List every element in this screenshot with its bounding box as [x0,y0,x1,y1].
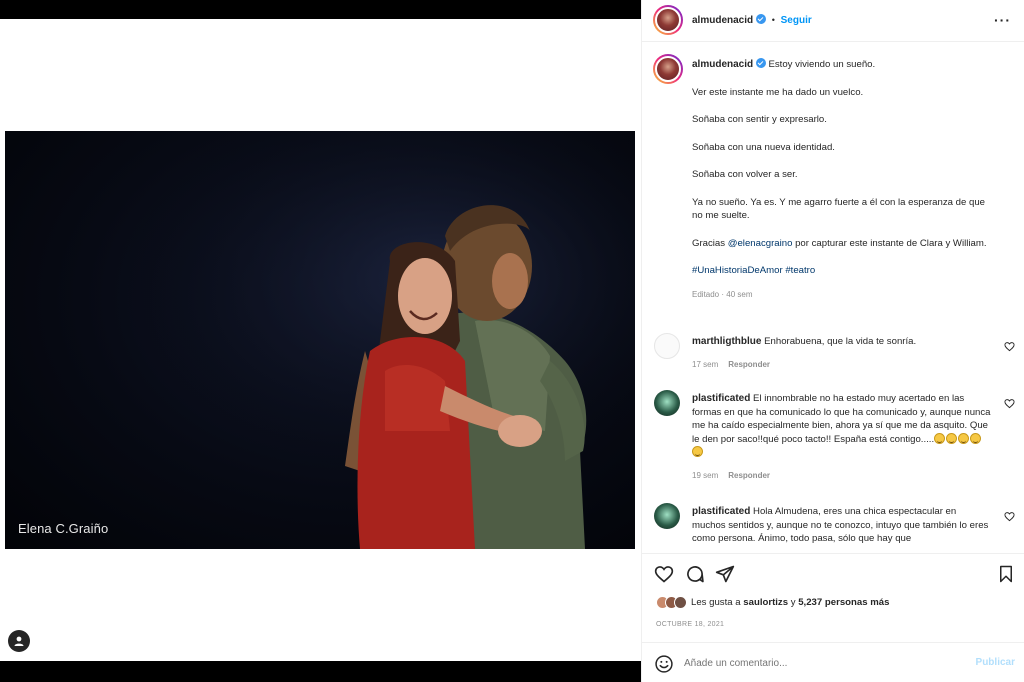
comment-bubble-icon[interactable] [685,564,705,584]
header-separator: • [771,15,775,25]
caption-thanks-suffix: por capturar este instante de Clara y Wi… [792,237,987,249]
commenter-username[interactable]: marthligthblue [692,336,761,347]
caption-username[interactable]: almudenacid [692,59,753,70]
likes-prefix: Les gusta a [691,597,744,608]
post-caption: almudenacid Estoy viviendo un sueño. Ver… [692,58,997,301]
verified-icon [755,58,766,68]
caption-thanks-prefix: Gracias [692,237,728,249]
top-black-bar [0,0,641,19]
reply-button[interactable]: Responder [728,360,770,369]
caption-line: Soñaba con sentir y expresarlo. [692,114,827,125]
post-header: almudenacid • Seguir ··· [642,0,1024,42]
reply-button[interactable]: Responder [728,471,770,480]
share-paper-plane-icon[interactable] [715,564,735,584]
commenter-username[interactable]: plastificated [692,393,750,404]
follow-button[interactable]: Seguir [781,15,812,26]
post-actions: Les gusta a saulortizs y 5,237 personas … [642,553,1024,682]
mention-link[interactable]: @elenacgraino [728,238,793,249]
likes-middle: y [788,597,799,608]
header-user-row: almudenacid • Seguir [692,14,812,26]
ellipsis-icon[interactable]: ··· [994,12,1011,28]
heart-icon[interactable] [1004,398,1015,409]
smiley-icon [692,446,703,457]
post-sidebar: almudenacid • Seguir ··· almudenacid Est… [641,0,1024,682]
commenter-avatar[interactable] [654,390,680,416]
author-avatar[interactable] [653,5,683,35]
caption-line: Ver este instante me ha dado un vuelco. [692,86,864,98]
smiley-icon [958,432,970,444]
couple-embrace-illustration [5,131,635,549]
comment-body: plastificated Hola Almudena, eres una ch… [692,505,992,546]
post-photo[interactable]: Elena C.Graiño [5,131,635,549]
smiley-icon [946,432,958,444]
comment-text: Enhorabuena, que la vida te sonría. [764,336,917,347]
comment-time: 17 sem [692,359,719,369]
caption-line: Ya no sueño. Ya es. Y me agarro fuerte a… [692,196,985,222]
liker-username[interactable]: saulortizs [743,597,788,608]
emoji-icon[interactable] [654,654,674,674]
smiley-icon [934,432,946,444]
heart-icon[interactable] [1004,511,1015,522]
caption-edited-meta: Editado · 40 sem [692,289,753,299]
hashtag-link[interactable]: #UnaHistoriaDeAmor [692,265,783,276]
comment-body: plastificated El innombrable no ha estad… [692,392,992,482]
comment-input[interactable] [684,655,954,671]
bookmark-icon[interactable] [997,564,1015,584]
likes-count[interactable]: 5,237 personas más [798,597,889,608]
caption-author-avatar[interactable] [653,54,683,84]
heart-icon[interactable] [1004,341,1015,352]
like-heart-icon[interactable] [654,564,674,584]
caption-first-line: Estoy viviendo un sueño. [768,59,876,70]
commenter-avatar[interactable] [654,503,680,529]
liker-avatar [674,596,687,609]
author-username[interactable]: almudenacid [692,15,753,26]
user-icon [14,636,24,646]
comment-time: 19 sem [692,470,719,480]
comment-body: marthligthblue Enhorabuena, que la vida … [692,335,992,371]
tagged-users-button[interactable] [8,630,30,652]
smiley-icon [970,432,982,444]
bottom-black-bar [0,661,641,682]
comments-area[interactable]: almudenacid Estoy viviendo un sueño. Ver… [642,43,1024,553]
caption-line: Soñaba con volver a ser. [692,169,798,180]
likes-summary[interactable]: Les gusta a saulortizs y 5,237 personas … [656,596,889,609]
post-date: OCTUBRE 18, 2021 [656,621,725,628]
publish-button[interactable]: Publicar [976,657,1015,668]
add-comment-bar: Publicar [642,642,1024,682]
verified-icon [755,14,766,24]
commenter-username[interactable]: plastificated [692,506,750,517]
commenter-avatar[interactable] [654,333,680,359]
photo-credit-watermark: Elena C.Graiño [18,521,109,536]
caption-line: Soñaba con una nueva identidad. [692,141,835,153]
media-column: Elena C.Graiño [0,0,641,682]
hashtag-link[interactable]: #teatro [785,265,815,276]
